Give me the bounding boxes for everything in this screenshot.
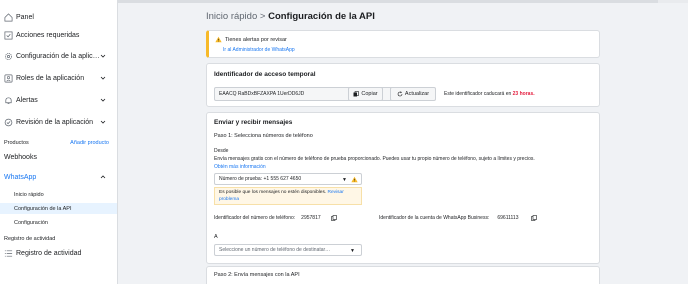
- recipient-placeholder: Seleccione un número de teléfono de dest…: [219, 247, 331, 253]
- messages-card-title: Enviar y recibir mensajes: [214, 119, 293, 126]
- sidebar-item-configuracion[interactable]: Configuración de la aplic…: [0, 49, 118, 63]
- sidebar-subitem-configuracion-api[interactable]: Configuración de la API: [0, 203, 117, 214]
- sidebar: Panel Acciones requeridas Configuración …: [0, 0, 118, 284]
- top-right-control[interactable]: [658, 0, 688, 3]
- add-product-link[interactable]: Añadir producto: [70, 140, 109, 146]
- checklist-icon: [4, 31, 13, 40]
- chevron-down-icon: [100, 53, 106, 59]
- expiry-value: 23 horas.: [512, 91, 535, 97]
- to-label: A: [214, 234, 218, 240]
- sidebar-item-label: Registro de actividad: [16, 249, 82, 257]
- sidebar-item-label: Revisión de la aplicación: [16, 118, 94, 126]
- sidebar-item-webhooks[interactable]: Webhooks: [0, 150, 118, 164]
- sidebar-item-alertas[interactable]: Alertas: [0, 93, 118, 107]
- phone-id-value: 2957817: [301, 215, 321, 221]
- more-info-link[interactable]: Obtén más información: [214, 164, 266, 170]
- whatsapp-manager-link[interactable]: Ir al Administrador de WhatsApp: [223, 47, 295, 53]
- waba-id-value: 69611113: [497, 215, 519, 221]
- sidebar-item-revision[interactable]: Revisión de la aplicación: [0, 115, 118, 129]
- step2-label: Paso 2: Envía mensajes con la API: [214, 272, 300, 278]
- sidebar-item-acciones[interactable]: Acciones requeridas: [0, 28, 118, 42]
- chevron-up-icon: [100, 174, 106, 180]
- waba-id-row: Identificador de la cuenta de WhatsApp B…: [379, 215, 537, 221]
- sidebar-item-label: WhatsApp: [4, 173, 37, 181]
- dropdown-arrow-icon: ▼: [342, 177, 347, 183]
- from-label: Desde: [214, 148, 229, 154]
- recipient-phone-select[interactable]: Seleccione un número de teléfono de dest…: [214, 244, 362, 256]
- refresh-icon: [397, 91, 403, 97]
- roles-icon: [4, 74, 13, 83]
- copy-button-label: Copiar: [361, 91, 378, 97]
- chevron-down-icon: [100, 97, 106, 103]
- chevron-down-icon: [100, 75, 106, 81]
- sidebar-subitem-inicio-rapido[interactable]: Inicio rápido: [0, 189, 117, 200]
- sidebar-item-panel[interactable]: Panel: [0, 10, 118, 24]
- check-circle-icon: [4, 118, 13, 127]
- gear-icon: [4, 52, 13, 61]
- page-title: Inicio rápido > Configuración de la API: [206, 11, 375, 22]
- sidebar-item-label: Panel: [16, 13, 34, 21]
- send-receive-card: Enviar y recibir mensajes Paso 1: Selecc…: [206, 112, 600, 264]
- alert-text: Tienes alertas por revisar: [225, 36, 287, 43]
- from-phone-select[interactable]: Número de prueba: +1 555 627 4650 ▼: [214, 173, 362, 185]
- access-token-field[interactable]: EAACQ RaBDxBFZAXPA 1UerDD6JD: [214, 87, 414, 101]
- phone-id-row: Identificador del número de teléfono: 29…: [214, 215, 337, 221]
- sidebar-item-label: Roles de la aplicación: [16, 74, 85, 82]
- copy-icon[interactable]: [530, 215, 537, 221]
- from-phone-value: Número de prueba: +1 555 627 4650: [219, 176, 302, 182]
- bell-icon: [4, 96, 13, 105]
- sidebar-subitem-label: Inicio rápido: [14, 191, 44, 198]
- alert-row: Tienes alertas por revisar: [215, 36, 287, 43]
- sidebar-item-label: Acciones requeridas: [16, 31, 80, 39]
- token-expiry-text: Este identificador caducará en 23 horas.: [444, 91, 535, 97]
- token-card-title: Identificador de acceso temporal: [214, 71, 316, 78]
- home-icon: [4, 12, 13, 22]
- refresh-button-label: Actualizar: [404, 91, 430, 97]
- sidebar-subitem-label: Configuración de la API: [14, 205, 72, 212]
- alert-card: Tienes alertas por revisar Ir al Adminis…: [206, 30, 600, 58]
- list-icon: [4, 249, 13, 258]
- dropdown-arrow-icon: ▼: [350, 248, 355, 254]
- activity-section-label: Registro de actividad: [4, 236, 56, 242]
- step1-label: Paso 1: Selecciona números de teléfono: [214, 133, 313, 139]
- sidebar-item-label: Configuración de la aplic…: [16, 52, 100, 60]
- breadcrumb-separator: >: [259, 11, 266, 22]
- step2-card: Paso 2: Envía mensajes con la API: [206, 266, 600, 284]
- copy-icon[interactable]: [330, 215, 337, 221]
- from-description: Envía mensajes gratis con el número de t…: [214, 156, 535, 162]
- breadcrumb-link[interactable]: Inicio rápido: [206, 11, 257, 22]
- breadcrumb-current: Configuración de la API: [268, 11, 375, 22]
- warning-text: Es posible que los mensajes no estén dis…: [219, 190, 327, 195]
- refresh-button[interactable]: Actualizar: [390, 87, 436, 101]
- expiry-prefix: Este identificador caducará en: [444, 91, 512, 97]
- warning-icon: [351, 176, 358, 183]
- sidebar-item-label: Webhooks: [4, 153, 37, 161]
- sidebar-item-label: Alertas: [16, 96, 38, 104]
- products-section-label: Productos: [4, 140, 29, 146]
- sidebar-subitem-configuracion[interactable]: Configuración: [0, 217, 117, 228]
- sidebar-subitem-label: Configuración: [14, 219, 48, 226]
- warning-icon: [215, 36, 222, 43]
- copy-icon: [353, 91, 360, 97]
- sidebar-item-roles[interactable]: Roles de la aplicación: [0, 71, 118, 85]
- chevron-down-icon: [100, 119, 106, 125]
- waba-id-label: Identificador de la cuenta de WhatsApp B…: [379, 215, 490, 221]
- availability-warning: Es posible que los mensajes no estén dis…: [214, 187, 362, 205]
- sidebar-item-whatsapp[interactable]: WhatsApp: [0, 170, 118, 184]
- sidebar-item-registro-actividad[interactable]: Registro de actividad: [0, 246, 118, 260]
- copy-button[interactable]: Copiar: [348, 87, 383, 101]
- phone-id-label: Identificador del número de teléfono:: [214, 215, 296, 221]
- access-token-card: Identificador de acceso temporal EAACQ R…: [206, 63, 600, 107]
